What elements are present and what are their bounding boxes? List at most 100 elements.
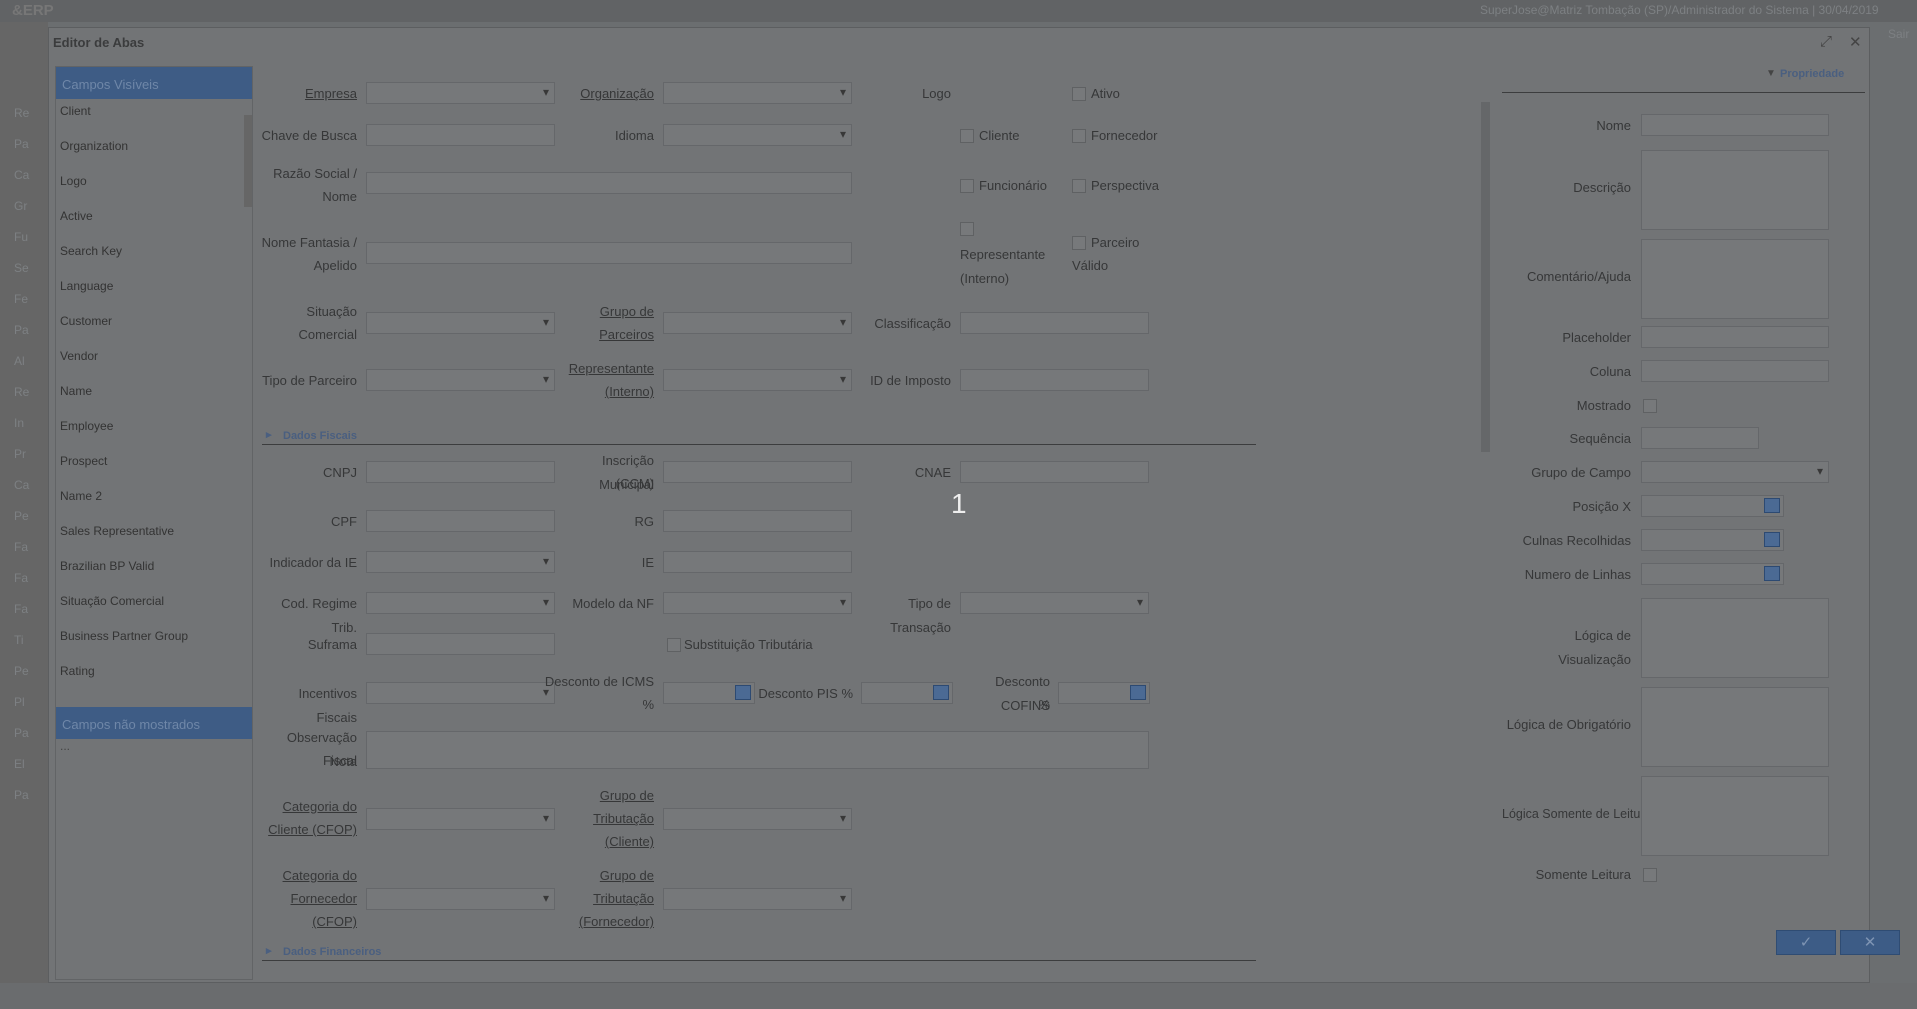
app-menu-item[interactable]: Pa [14,788,29,802]
ativo-checkbox[interactable] [1072,87,1086,101]
app-menu-item[interactable]: Pl [14,695,25,709]
field-list-item[interactable]: Sales Representative [56,521,252,556]
fields-scrollbar[interactable] [243,101,252,691]
field-list-item[interactable]: Name [56,381,252,416]
classificacao-input[interactable] [960,312,1149,334]
app-menu-item[interactable]: Ca [14,168,29,182]
field-list-item[interactable]: Situação Comercial [56,591,252,626]
id-imposto-input[interactable] [960,369,1149,391]
field-list-item[interactable]: Client [56,101,252,136]
field-list-item[interactable]: Brazilian BP Valid [56,556,252,591]
app-menu-item[interactable]: Fa [14,571,28,585]
icms-input[interactable] [663,682,755,704]
idioma-select[interactable] [663,124,852,146]
tipo-transacao-select[interactable] [960,592,1149,614]
grupo-parceiros-select[interactable] [663,312,852,334]
somente-leitura-checkbox[interactable] [1643,868,1657,882]
field-list-item[interactable]: Employee [56,416,252,451]
app-menu-item[interactable]: Pe [14,509,29,523]
observacao-textarea[interactable] [366,731,1149,769]
app-menu-item[interactable]: Re [14,106,29,120]
field-list-item[interactable]: Organization [56,136,252,171]
suframa-input[interactable] [366,633,555,655]
close-icon[interactable]: ✕ [1849,33,1862,51]
coluna-input[interactable] [1641,360,1829,382]
modelo-nf-select[interactable] [663,592,852,614]
nome-input[interactable] [1641,114,1829,136]
empresa-select[interactable] [366,82,555,104]
cliente-checkbox[interactable] [960,129,974,143]
placeholder-input[interactable] [1641,326,1829,348]
incentivos-select[interactable] [366,682,555,704]
perspectiva-checkbox[interactable] [1072,179,1086,193]
representante-checkbox[interactable] [960,222,974,236]
field-list-item[interactable]: Prospect [56,451,252,486]
ok-button[interactable]: ✓ [1776,930,1836,955]
field-list-item[interactable]: Name 2 [56,486,252,521]
logica-visualizacao-textarea[interactable] [1641,598,1829,678]
visible-fields-header[interactable]: Campos Visíveis [56,67,252,99]
fornecedor-checkbox[interactable] [1072,129,1086,143]
dados-fiscais-section[interactable]: Dados Fiscais [283,430,357,442]
funcionario-checkbox[interactable] [960,179,974,193]
calculator-icon[interactable] [1130,685,1146,700]
app-menu-item[interactable]: Pa [14,137,29,151]
app-menu-item[interactable]: Pa [14,323,29,337]
field-list-item[interactable]: Logo [56,171,252,206]
grupo-tributacao-fornecedor-select[interactable] [663,888,852,910]
field-list-item[interactable]: Vendor [56,346,252,381]
pis-input[interactable] [861,682,953,704]
inscricao-municipal-input[interactable] [663,461,852,483]
app-menu-item[interactable]: Ca [14,478,29,492]
colunas-recolhidas-input[interactable] [1641,529,1784,551]
indicador-ie-select[interactable] [366,551,555,573]
dados-fiscais-expand-icon[interactable]: ▸ [266,428,272,441]
comentario-textarea[interactable] [1641,239,1829,319]
logica-somente-leitura-textarea[interactable] [1641,776,1829,856]
calculator-icon[interactable] [735,685,751,700]
grupo-tributacao-cliente-select[interactable] [663,808,852,830]
app-menu-item[interactable]: In [14,416,24,430]
grupo-campo-select[interactable] [1641,461,1829,483]
app-menu-item[interactable]: Fa [14,602,28,616]
categoria-fornecedor-select[interactable] [366,888,555,910]
calculator-icon[interactable] [1764,566,1780,581]
app-menu-item[interactable]: Al [14,354,25,368]
regime-select[interactable] [366,592,555,614]
cpf-input[interactable] [366,510,555,532]
parceiro-valido-checkbox[interactable] [1072,236,1086,250]
categoria-cliente-select[interactable] [366,808,555,830]
numero-linhas-input[interactable] [1641,563,1784,585]
app-menu-item[interactable]: Gr [14,199,27,213]
app-menu-item[interactable]: El [14,757,25,771]
field-list-item[interactable]: Customer [56,311,252,346]
app-menu-item[interactable]: Ti [14,633,24,647]
maximize-icon[interactable]: ⤢ [1820,33,1832,50]
field-list-item[interactable]: Language [56,276,252,311]
form-scrollbar[interactable] [1480,90,1490,1000]
field-list-item[interactable]: Active [56,206,252,241]
app-menu-item[interactable]: Pe [14,664,29,678]
logica-obrigatorio-textarea[interactable] [1641,687,1829,767]
app-menu-item[interactable]: Pr [14,447,26,461]
chave-input[interactable] [366,124,555,146]
app-menu-item[interactable]: Fu [14,230,28,244]
logout-link[interactable]: Sair [1888,27,1909,41]
app-menu-item[interactable]: Pa [14,726,29,740]
app-menu-item[interactable]: Se [14,261,29,275]
sequencia-input[interactable] [1641,427,1759,449]
tipo-parceiro-select[interactable] [366,369,555,391]
field-list-item[interactable]: Search Key [56,241,252,276]
descricao-textarea[interactable] [1641,150,1829,230]
dados-financeiros-section[interactable]: Dados Financeiros [283,946,381,958]
field-list-item[interactable]: Rating [56,661,252,691]
calculator-icon[interactable] [933,685,949,700]
cnpj-input[interactable] [366,461,555,483]
razao-input[interactable] [366,172,852,194]
mostrado-checkbox[interactable] [1643,399,1657,413]
calculator-icon[interactable] [1764,498,1780,513]
posicao-x-input[interactable] [1641,495,1784,517]
organizacao-select[interactable] [663,82,852,104]
cancel-button[interactable]: ✕ [1840,930,1900,955]
fantasia-input[interactable] [366,242,852,264]
